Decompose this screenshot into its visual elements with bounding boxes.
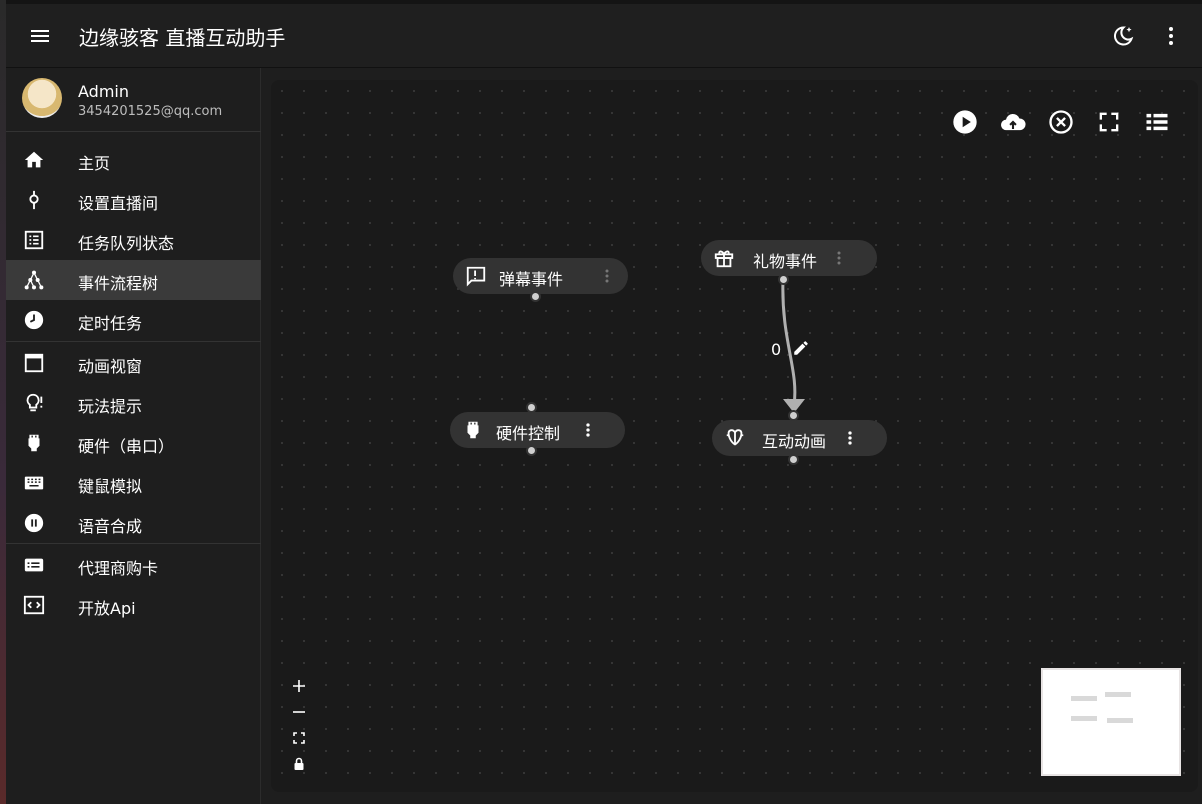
clock-icon	[24, 310, 44, 330]
minimap-node	[1105, 692, 1131, 697]
edge-label[interactable]: 0	[771, 340, 781, 359]
sidebar-item-tts[interactable]: 语音合成	[6, 503, 261, 543]
lock-icon[interactable]	[289, 754, 309, 774]
nav-divider	[6, 341, 261, 342]
window-icon	[24, 353, 44, 373]
sidebar-item-agent-card[interactable]: 代理商购卡	[6, 545, 261, 585]
home-icon	[24, 151, 44, 168]
menu-icon[interactable]	[28, 24, 52, 48]
node-danmu-event[interactable]: 弹幕事件	[453, 258, 628, 294]
more-vert-icon[interactable]	[597, 266, 617, 286]
sidebar-item-label: 设置直播间	[78, 194, 159, 213]
node-handle-source[interactable]	[778, 274, 789, 285]
node-label: 礼物事件	[753, 252, 818, 271]
node-handle-source[interactable]	[788, 454, 799, 465]
node-handle-source[interactable]	[530, 291, 541, 302]
nav-group-3: 代理商购卡 开放Api	[6, 545, 261, 625]
animation-icon	[726, 429, 744, 446]
node-label: 硬件控制	[496, 424, 561, 443]
fit-view-icon[interactable]	[289, 728, 309, 748]
sidebar-item-label: 键鼠模拟	[78, 477, 143, 496]
sidebar-item-label: 开放Api	[78, 599, 136, 618]
node-handle-source[interactable]	[526, 445, 537, 456]
keyboard-icon	[24, 476, 44, 490]
bulb-icon	[26, 393, 43, 412]
app-window: 边缘骇客 直播互动助手 Admin 3454201525@qq.com 主页 设…	[6, 4, 1202, 804]
sidebar-item-gameplay-tips[interactable]: 玩法提示	[6, 383, 261, 423]
node-label: 弹幕事件	[499, 270, 564, 289]
node-handle-target[interactable]	[788, 410, 799, 421]
app-bar: 边缘骇客 直播互动助手	[6, 4, 1202, 68]
edit-icon[interactable]	[792, 339, 810, 357]
more-vert-icon[interactable]	[829, 248, 849, 268]
user-name: Admin	[78, 82, 129, 101]
avatar	[22, 78, 62, 118]
more-vert-icon[interactable]	[1159, 24, 1183, 48]
sidebar-item-event-tree[interactable]: 事件流程树	[6, 260, 261, 300]
node-interactive-animation[interactable]: 互动动画	[712, 420, 887, 456]
sidebar-item-keyboard-mouse[interactable]: 键鼠模拟	[6, 463, 261, 503]
voice-icon	[24, 513, 44, 533]
user-email: 3454201525@qq.com	[78, 104, 223, 119]
theme-toggle-icon[interactable]	[1111, 24, 1135, 48]
sidebar-item-label: 事件流程树	[78, 274, 159, 293]
sidebar-item-label: 定时任务	[78, 314, 143, 333]
plug-icon	[467, 421, 479, 439]
zoom-out-icon[interactable]	[289, 702, 309, 722]
sidebar-item-scheduled-tasks[interactable]: 定时任务	[6, 300, 261, 340]
sidebar-item-label: 任务队列状态	[78, 234, 175, 253]
sidebar-item-task-queue[interactable]: 任务队列状态	[6, 220, 261, 260]
app-title: 边缘骇客 直播互动助手	[79, 26, 286, 50]
gift-icon	[714, 250, 734, 268]
node-hardware-control[interactable]: 硬件控制	[450, 412, 625, 448]
minimap[interactable]	[1041, 668, 1181, 776]
tree-icon	[24, 270, 44, 290]
nav-group-2: 动画视窗 玩法提示 硬件（串口） 键鼠模拟 语音合成	[6, 343, 261, 543]
card-icon	[24, 558, 44, 572]
sidebar-item-home[interactable]: 主页	[6, 140, 261, 180]
sidebar-item-label: 动画视窗	[78, 357, 143, 376]
sidebar: Admin 3454201525@qq.com 主页 设置直播间 任务队列状态 …	[6, 68, 261, 804]
plug-icon	[28, 434, 40, 452]
user-profile[interactable]: Admin 3454201525@qq.com	[6, 68, 261, 132]
flow-canvas[interactable]: 0 弹幕事件 礼物事件 硬件控制 互动动画	[271, 80, 1198, 792]
sidebar-item-label: 硬件（串口）	[78, 437, 175, 456]
sidebar-item-open-api[interactable]: 开放Api	[6, 585, 261, 625]
node-gift-event[interactable]: 礼物事件	[701, 240, 877, 276]
api-icon	[23, 595, 45, 615]
sidebar-item-label: 代理商购卡	[78, 559, 159, 578]
sidebar-item-label: 玩法提示	[78, 397, 143, 416]
zoom-in-icon[interactable]	[289, 676, 309, 696]
sidebar-item-room-settings[interactable]: 设置直播间	[6, 180, 261, 220]
node-handle-target[interactable]	[526, 402, 537, 413]
nav-group-1: 主页 设置直播间 任务队列状态 事件流程树 定时任务	[6, 140, 261, 340]
pin-icon	[29, 190, 39, 210]
more-vert-icon[interactable]	[578, 420, 598, 440]
sidebar-item-hardware[interactable]: 硬件（串口）	[6, 423, 261, 463]
more-vert-icon[interactable]	[840, 428, 860, 448]
minimap-node	[1107, 718, 1133, 723]
list-icon	[24, 230, 44, 250]
chat-icon	[466, 266, 486, 287]
node-label: 互动动画	[762, 432, 827, 451]
nav-divider	[6, 543, 261, 544]
minimap-node	[1071, 716, 1097, 721]
sidebar-item-label: 主页	[78, 154, 111, 173]
minimap-node	[1071, 696, 1097, 701]
sidebar-item-label: 语音合成	[78, 517, 143, 536]
sidebar-item-animation-window[interactable]: 动画视窗	[6, 343, 261, 383]
